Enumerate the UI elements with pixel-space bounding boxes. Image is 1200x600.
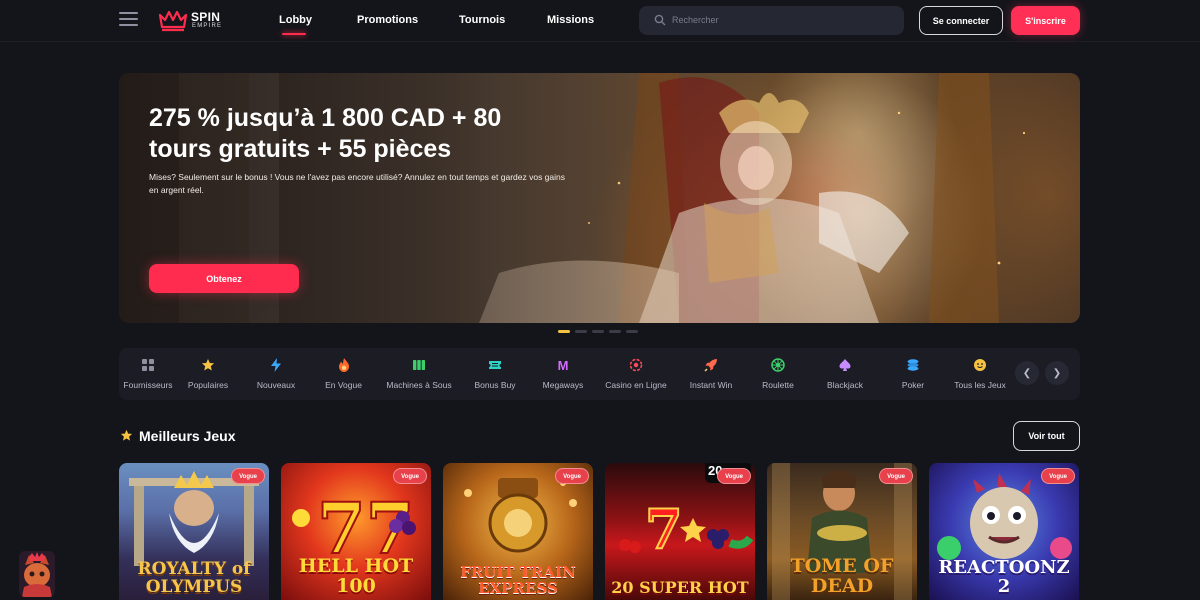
game-card-20-super-hot[interactable]: 20 7 20 SUPER HOT Vogue <box>605 463 755 600</box>
category-tous-les-jeux[interactable]: Tous les Jeux <box>951 348 1009 400</box>
category-label: Machines à Sous <box>386 380 452 390</box>
logo[interactable]: SPIN EMPIRE <box>158 9 234 33</box>
category-label: Tous les Jeux <box>954 380 1006 390</box>
trending-badge: Vogue <box>1041 468 1075 484</box>
target-icon <box>629 358 643 372</box>
game-card-hell-hot-100[interactable]: 77 HELL HOT 100 Vogue <box>281 463 431 600</box>
category-casino-en-ligne[interactable]: Casino en Ligne <box>601 348 671 400</box>
hero-description: Mises? Seulement sur le bonus ! Vous ne … <box>149 172 566 195</box>
category-label: Blackjack <box>827 380 863 390</box>
chips-icon <box>907 359 919 371</box>
crown-logo-icon <box>158 10 188 32</box>
trending-badge: Vogue <box>231 468 265 484</box>
roulette-icon <box>771 358 785 372</box>
nav-active-indicator <box>282 33 306 35</box>
spade-icon <box>839 359 851 371</box>
category-label: Casino en Ligne <box>605 380 667 390</box>
claim-bonus-button[interactable]: Obtenez <box>149 264 299 293</box>
category-label: Instant Win <box>689 380 733 390</box>
hero-title: 275 % jusqu’à 1 800 CAD + 80 tours gratu… <box>149 104 502 163</box>
hamburger-menu-icon[interactable] <box>119 12 138 28</box>
category-nouveaux[interactable]: Nouveaux <box>249 348 303 400</box>
category-megaways[interactable]: M Megaways <box>535 348 591 400</box>
category-bar: Fournisseurs Populaires Nouveaux En Vogu… <box>119 348 1080 400</box>
chevron-left-icon[interactable]: ❮ <box>1015 361 1039 385</box>
ticket-icon <box>489 361 501 369</box>
svg-text:7: 7 <box>645 497 683 561</box>
category-poker[interactable]: Poker <box>889 348 937 400</box>
category-bonus-buy[interactable]: Bonus Buy <box>469 348 521 400</box>
cat-mascot-icon <box>19 551 55 597</box>
game-card-fruit-train-express[interactable]: FRUIT TRAIN EXPRESS Vogue <box>443 463 593 600</box>
slot-reels-icon <box>413 360 425 370</box>
nav-tournois[interactable]: Tournois <box>459 14 505 26</box>
category-label: Poker <box>901 380 925 390</box>
hero-banner[interactable]: 275 % jusqu’à 1 800 CAD + 80 tours gratu… <box>119 73 1080 323</box>
game-title: FRUIT TRAIN EXPRESS <box>460 563 576 597</box>
star-icon <box>202 359 214 371</box>
chevron-right-icon[interactable]: ❯ <box>1045 361 1069 385</box>
carousel-dot-2[interactable] <box>575 330 587 333</box>
category-label: Bonus Buy <box>474 380 516 390</box>
search-input[interactable] <box>672 12 892 28</box>
logo-text: SPIN <box>191 10 221 24</box>
category-blackjack[interactable]: Blackjack <box>819 348 871 400</box>
lightning-icon <box>271 358 281 372</box>
nav-promotions[interactable]: Promotions <box>357 14 418 26</box>
search-box[interactable] <box>639 6 904 35</box>
game-title: 20 SUPER HOT <box>611 578 749 597</box>
search-icon <box>654 14 666 26</box>
category-label: Megaways <box>542 380 584 390</box>
nav-lobby[interactable]: Lobby <box>279 14 312 26</box>
rocket-icon <box>704 359 717 372</box>
category-label: Roulette <box>762 380 794 390</box>
category-label: Nouveaux <box>256 380 296 390</box>
category-fournisseurs[interactable]: Fournisseurs <box>119 348 177 400</box>
game-card-tome-of-dead[interactable]: TOME OF DEAD Vogue <box>767 463 917 600</box>
see-all-button[interactable]: Voir tout <box>1013 421 1080 451</box>
category-label: En Vogue <box>325 380 362 390</box>
nav-missions[interactable]: Missions <box>547 14 594 26</box>
flame-icon <box>338 358 349 372</box>
carousel-dot-5[interactable] <box>626 330 638 333</box>
logo-subtext: EMPIRE <box>192 23 223 29</box>
category-roulette[interactable]: Roulette <box>754 348 802 400</box>
trending-badge: Vogue <box>393 468 427 484</box>
letter-m-icon: M <box>557 357 569 373</box>
game-title: TOME OF DEAD <box>790 555 894 597</box>
game-title: ROYALTY of OLYMPUS <box>137 559 251 597</box>
game-title: REACTOONZ 2 <box>938 557 1070 597</box>
category-instant-win[interactable]: Instant Win <box>683 348 739 400</box>
game-title: HELL HOT 100 <box>298 555 414 597</box>
category-en-vogue[interactable]: En Vogue <box>317 348 370 400</box>
carousel-dot-4[interactable] <box>609 330 621 333</box>
carousel-dot-3[interactable] <box>592 330 604 333</box>
star-icon <box>120 429 133 441</box>
game-card-royalty-of-olympus[interactable]: ROYALTY of OLYMPUS Vogue <box>119 463 269 600</box>
section-title: Meilleurs Jeux <box>139 428 236 444</box>
trending-badge: Vogue <box>717 468 751 484</box>
trending-badge: Vogue <box>879 468 913 484</box>
smiley-icon <box>974 359 986 371</box>
category-populaires[interactable]: Populaires <box>180 348 236 400</box>
category-machines-a-sous[interactable]: Machines à Sous <box>383 348 455 400</box>
top-header: SPIN EMPIRE Lobby Promotions Tournois Mi… <box>0 0 1200 42</box>
chat-mascot-avatar[interactable] <box>19 551 55 597</box>
category-label: Populaires <box>187 380 229 390</box>
login-button[interactable]: Se connecter <box>919 6 1003 35</box>
grid-icon <box>142 359 154 371</box>
signup-button[interactable]: S'inscrire <box>1011 6 1080 35</box>
carousel-dot-1[interactable] <box>558 330 570 333</box>
game-card-reactoonz-2[interactable]: REACTOONZ 2 Vogue <box>929 463 1079 600</box>
trending-badge: Vogue <box>555 468 589 484</box>
category-label: Fournisseurs <box>123 380 173 390</box>
